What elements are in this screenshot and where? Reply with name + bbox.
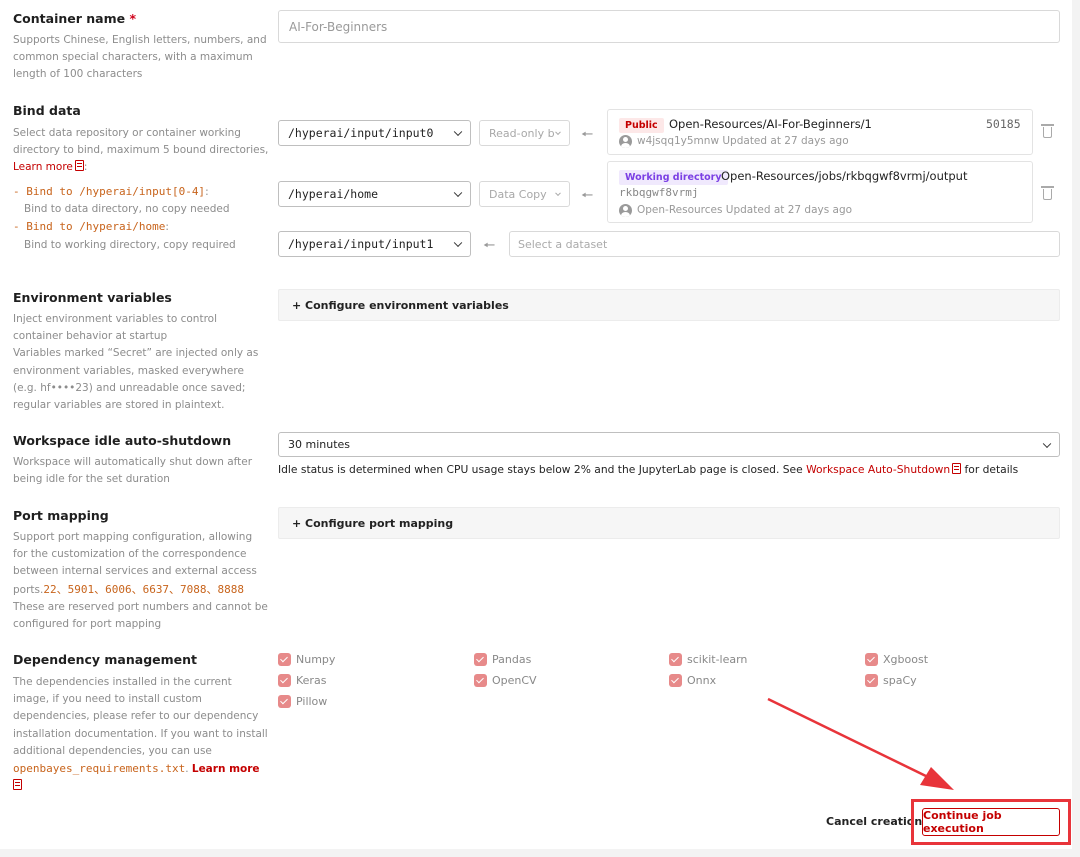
continue-job-execution-button[interactable]: Continue job execution (922, 808, 1060, 836)
annotation-arrow (767, 697, 954, 790)
cancel-creation-button[interactable]: Cancel creation (826, 815, 922, 828)
create-container-form: Container name * Supports Chinese, Engli… (0, 0, 1072, 849)
